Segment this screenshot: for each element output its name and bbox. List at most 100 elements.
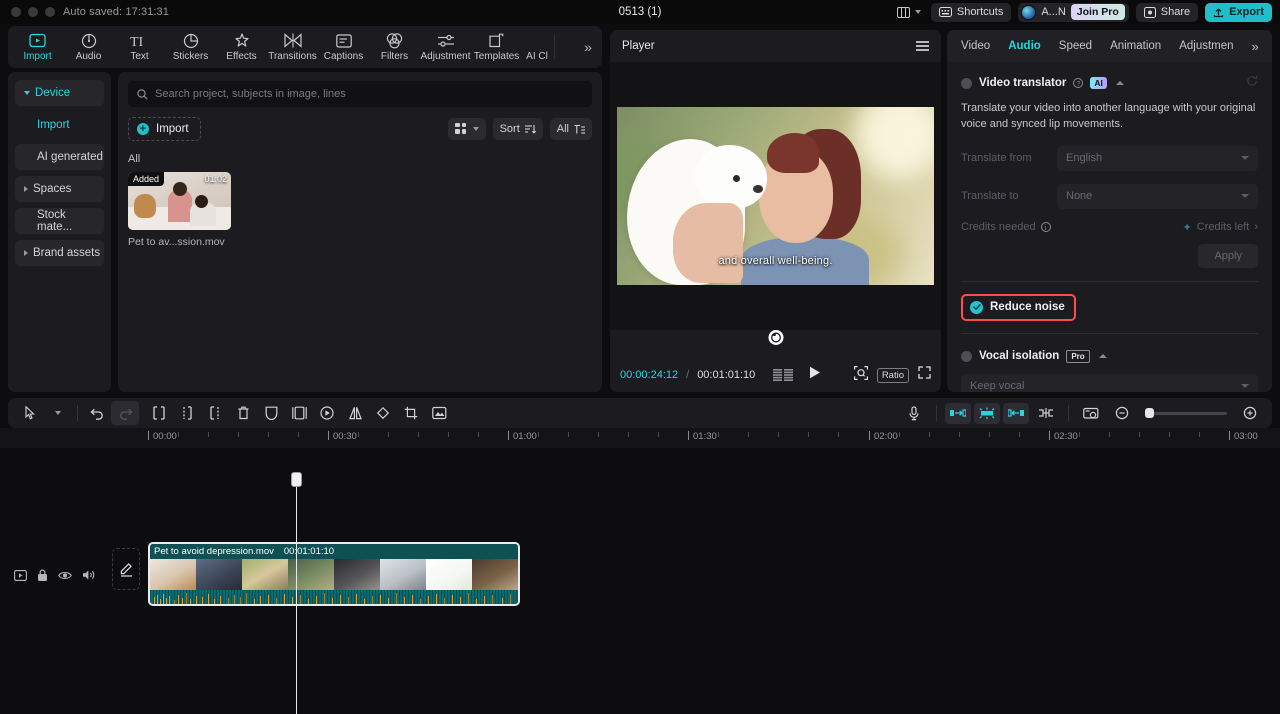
volume-icon[interactable] — [82, 569, 95, 581]
filter-button[interactable]: All — [549, 118, 592, 140]
minimize-window-button[interactable] — [28, 7, 38, 17]
sort-button[interactable]: Sort — [492, 118, 543, 140]
credits-left-button[interactable]: ✦ Credits left › — [1183, 221, 1258, 234]
info-icon[interactable]: i — [1040, 222, 1051, 233]
media-asset-item[interactable]: Added 01:02 Pet to av...ssion.mov — [128, 172, 231, 248]
auto-cut-both-icon[interactable] — [974, 402, 1000, 424]
zoom-out-icon[interactable] — [1108, 401, 1136, 425]
tab-video[interactable]: Video — [961, 40, 990, 52]
search-input[interactable] — [155, 88, 583, 100]
ratio-button[interactable]: Ratio — [876, 367, 909, 383]
player-menu-button[interactable] — [916, 41, 929, 51]
delete-icon[interactable] — [229, 401, 257, 425]
view-mode-button[interactable] — [447, 118, 486, 140]
lock-icon[interactable] — [37, 569, 48, 582]
shortcuts-button[interactable]: Shortcuts — [930, 2, 1012, 22]
maximize-window-button[interactable] — [45, 7, 55, 17]
frames-icon[interactable] — [773, 369, 794, 381]
nav-item-import[interactable]: Import — [12, 27, 63, 67]
crop-icon[interactable] — [397, 401, 425, 425]
collapse-section-icon[interactable] — [1115, 81, 1124, 85]
fullscreen-icon[interactable] — [918, 366, 931, 384]
nav-item-effects[interactable]: Effects — [216, 27, 267, 67]
sidebar-item-import[interactable]: Import — [15, 112, 104, 138]
nav-more-button[interactable]: » — [578, 39, 598, 55]
sidebar-item-spaces[interactable]: Spaces — [15, 176, 104, 202]
help-icon[interactable]: ? — [1073, 78, 1084, 88]
nav-item-adjustment[interactable]: Adjustment — [420, 27, 471, 67]
search-bar[interactable] — [128, 81, 592, 107]
asset-thumbnail[interactable]: Added 01:02 — [128, 172, 231, 230]
thumbnail-icon[interactable] — [1077, 401, 1105, 425]
trim-start-icon[interactable] — [173, 401, 201, 425]
rotate-handle-icon[interactable] — [768, 330, 783, 345]
rotate-icon[interactable] — [369, 401, 397, 425]
video-preview[interactable]: and overall well-being. — [617, 107, 934, 285]
timeline-playhead[interactable] — [291, 472, 302, 714]
play-icon[interactable] — [809, 366, 821, 384]
reset-icon[interactable] — [1246, 74, 1258, 92]
nav-item-text[interactable]: TI Text — [114, 27, 165, 67]
join-pro-button[interactable]: Join Pro — [1070, 4, 1125, 20]
nav-item-transitions[interactable]: Transitions — [267, 27, 318, 67]
auto-cut-left-icon[interactable] — [945, 402, 971, 424]
collapse-section-icon[interactable] — [1098, 354, 1107, 359]
inspector-tabs-more-button[interactable]: » — [1252, 39, 1259, 54]
sidebar-item-device[interactable]: Device — [15, 80, 104, 106]
redo-icon[interactable] — [111, 401, 139, 425]
tab-adjustment[interactable]: Adjustmen — [1179, 40, 1233, 52]
video-translator-toggle[interactable] — [961, 77, 972, 89]
apply-button[interactable]: Apply — [1198, 243, 1258, 268]
zoom-slider-knob[interactable] — [1145, 408, 1154, 418]
trim-end-icon[interactable] — [201, 401, 229, 425]
microphone-icon[interactable] — [900, 401, 928, 425]
share-button[interactable]: Share — [1135, 2, 1199, 22]
background-remove-icon[interactable] — [425, 401, 453, 425]
undo-icon[interactable] — [83, 401, 111, 425]
sidebar-item-stock-materials[interactable]: Stock mate... — [15, 208, 104, 234]
nav-item-templates[interactable]: Templates — [471, 27, 522, 67]
resize-handle-bottom-left[interactable] — [617, 279, 623, 285]
mask-icon[interactable] — [257, 401, 285, 425]
zoom-fit-icon[interactable] — [853, 365, 868, 385]
nav-item-audio[interactable]: Audio — [63, 27, 114, 67]
eye-icon[interactable] — [58, 570, 72, 581]
import-media-button[interactable]: + Import — [128, 117, 201, 141]
sidebar-item-ai-generated[interactable]: AI generated — [15, 144, 104, 170]
nav-item-ai-clip[interactable]: AI Cl — [522, 27, 552, 67]
zoom-slider[interactable] — [1145, 408, 1227, 418]
nav-item-stickers[interactable]: Stickers — [165, 27, 216, 67]
vocal-isolation-toggle[interactable] — [961, 350, 972, 362]
nav-item-captions[interactable]: Captions — [318, 27, 369, 67]
sidebar-item-brand-assets[interactable]: Brand assets — [15, 240, 104, 266]
edit-clip-button[interactable] — [112, 548, 140, 590]
timeline-clip[interactable]: Pet to avoid depression.mov 00:01:01:10 — [148, 542, 520, 606]
crop-frame-icon[interactable] — [285, 401, 313, 425]
tab-audio[interactable]: Audio — [1008, 40, 1041, 52]
window-traffic-lights[interactable] — [11, 7, 55, 17]
translate-from-select[interactable]: English — [1057, 145, 1258, 171]
export-button[interactable]: Export — [1205, 2, 1272, 22]
tool-dropdown-icon[interactable] — [44, 401, 72, 425]
mirror-icon[interactable] — [341, 401, 369, 425]
track-type-icon[interactable] — [14, 569, 27, 581]
auto-cut-right-icon[interactable] — [1003, 402, 1029, 424]
tab-animation[interactable]: Animation — [1110, 40, 1161, 52]
resize-handle-bottom-right[interactable] — [928, 279, 934, 285]
layout-switch-button[interactable] — [894, 3, 924, 22]
select-tool-icon[interactable] — [16, 401, 44, 425]
link-icon[interactable] — [1032, 401, 1060, 425]
translate-to-select[interactable]: None — [1057, 183, 1258, 209]
playhead-handle[interactable] — [291, 472, 302, 487]
close-window-button[interactable] — [11, 7, 21, 17]
resize-handle-top-left[interactable] — [617, 107, 623, 113]
nav-item-filters[interactable]: Filters — [369, 27, 420, 67]
reduce-noise-checkbox[interactable] — [970, 300, 983, 314]
zoom-in-icon[interactable] — [1236, 401, 1264, 425]
vocal-mode-select[interactable]: Keep vocal — [961, 373, 1258, 392]
account-button[interactable]: A...N Join Pro — [1018, 2, 1129, 22]
split-icon[interactable] — [145, 401, 173, 425]
tab-speed[interactable]: Speed — [1059, 40, 1092, 52]
timeline-ruler[interactable]: 00:00 00:30 01:00 01:30 02:00 02:30 03:0… — [0, 428, 1280, 448]
resize-handle-top-right[interactable] — [928, 107, 934, 113]
